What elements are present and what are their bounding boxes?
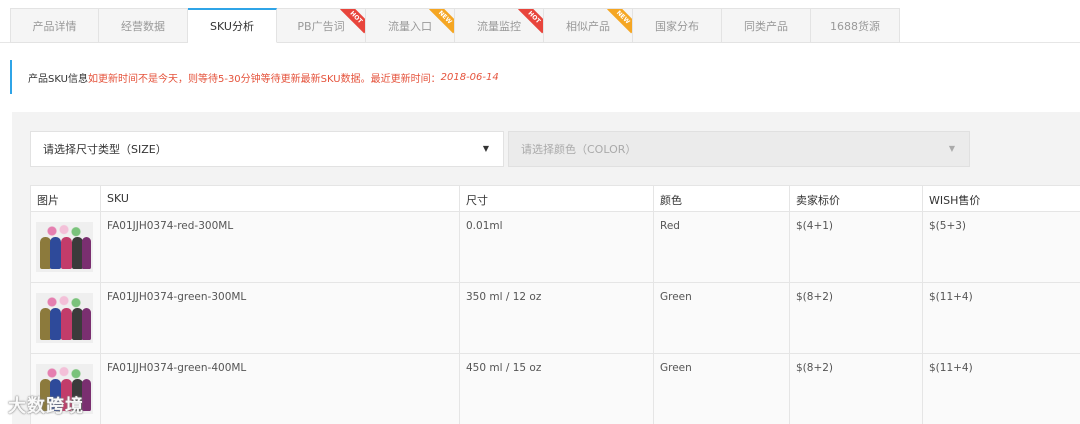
tab-product-detail[interactable]: 产品详情: [10, 8, 99, 43]
seller-price-cell: $(4+1): [789, 211, 923, 283]
sku-cell: FA01JJH0374-green-300ML: [100, 282, 460, 354]
table-row: FA01JJH0374-green-400ML 450 ml / 15 oz G…: [30, 353, 1080, 424]
wish-price-cell: $(5+3): [922, 211, 1080, 283]
header-wish-price: WISH售价: [922, 185, 1080, 212]
tab-same-category[interactable]: 同类产品: [722, 8, 811, 43]
size-select-value: 请选择尺寸类型（SIZE）: [43, 143, 167, 156]
table-row: FA01JJH0374-red-300ML 0.01ml Red $(4+1) …: [30, 211, 1080, 283]
tab-bar: 产品详情 经营数据 SKU分析 PB广告词 HOT 流量入口 NEW 流量监控 HOT…: [10, 8, 900, 43]
header-image: 图片: [30, 185, 101, 212]
table-row: FA01JJH0374-green-300ML 350 ml / 12 oz G…: [30, 282, 1080, 354]
size-select[interactable]: 请选择尺寸类型（SIZE） ▼: [30, 131, 504, 167]
product-thumbnail[interactable]: [36, 293, 93, 343]
dropdown-arrow-icon: ▼: [948, 144, 955, 153]
color-select-value: 请选择颜色（COLOR）: [521, 143, 637, 156]
wish-price-cell: $(11+4): [922, 353, 1080, 424]
color-select[interactable]: 请选择颜色（COLOR） ▼: [508, 131, 970, 167]
size-cell: 350 ml / 12 oz: [459, 282, 654, 354]
sku-notice: 产品SKU信息 如更新时间不是今天，则等待5-30分钟等待更新最新SKU数据。最…: [10, 60, 1080, 94]
tab-traffic-monitor[interactable]: 流量监控 HOT: [455, 8, 544, 43]
sku-panel: 请选择尺寸类型（SIZE） ▼ 请选择颜色（COLOR） ▼ 图片 SKU 尺寸…: [12, 112, 1080, 424]
tab-sku-analysis[interactable]: SKU分析: [188, 8, 277, 43]
tab-1688-source[interactable]: 1688货源: [811, 8, 900, 43]
color-cell: Green: [653, 282, 790, 354]
watermark-logo: 大数跨境: [8, 396, 84, 417]
image-cell: [30, 282, 101, 354]
notice-message: 如更新时间不是今天，则等待5-30分钟等待更新最新SKU数据。最近更新时间：: [87, 73, 441, 85]
sku-table: 图片 SKU 尺寸 颜色 卖家标价 WISH售价 FA01JJH0374-red…: [30, 185, 1080, 424]
tab-country-distribution[interactable]: 国家分布: [633, 8, 722, 43]
notice-label: 产品SKU信息: [28, 73, 88, 85]
color-cell: Red: [653, 211, 790, 283]
sku-cell: FA01JJH0374-green-400ML: [100, 353, 460, 424]
image-cell: [30, 211, 101, 283]
seller-price-cell: $(8+2): [789, 353, 923, 424]
tab-similar-products[interactable]: 相似产品 NEW: [544, 8, 633, 43]
product-thumbnail[interactable]: [36, 222, 93, 272]
notice-date: 2018-06-14: [440, 71, 499, 83]
size-cell: 450 ml / 15 oz: [459, 353, 654, 424]
tab-business-data[interactable]: 经营数据: [99, 8, 188, 43]
header-seller-price: 卖家标价: [789, 185, 923, 212]
header-size: 尺寸: [459, 185, 654, 212]
wish-price-cell: $(11+4): [922, 282, 1080, 354]
dropdown-arrow-icon: ▼: [482, 144, 489, 153]
hot-badge: HOT: [518, 9, 543, 34]
sku-cell: FA01JJH0374-red-300ML: [100, 211, 460, 283]
new-badge: NEW: [429, 9, 454, 34]
color-cell: Green: [653, 353, 790, 424]
table-header-row: 图片 SKU 尺寸 颜色 卖家标价 WISH售价: [30, 185, 1080, 212]
new-badge: NEW: [607, 9, 632, 34]
tab-pb-keywords[interactable]: PB广告词 HOT: [277, 8, 366, 43]
header-sku: SKU: [100, 185, 460, 212]
size-cell: 0.01ml: [459, 211, 654, 283]
tab-traffic-entry[interactable]: 流量入口 NEW: [366, 8, 455, 43]
header-color: 颜色: [653, 185, 790, 212]
seller-price-cell: $(8+2): [789, 282, 923, 354]
